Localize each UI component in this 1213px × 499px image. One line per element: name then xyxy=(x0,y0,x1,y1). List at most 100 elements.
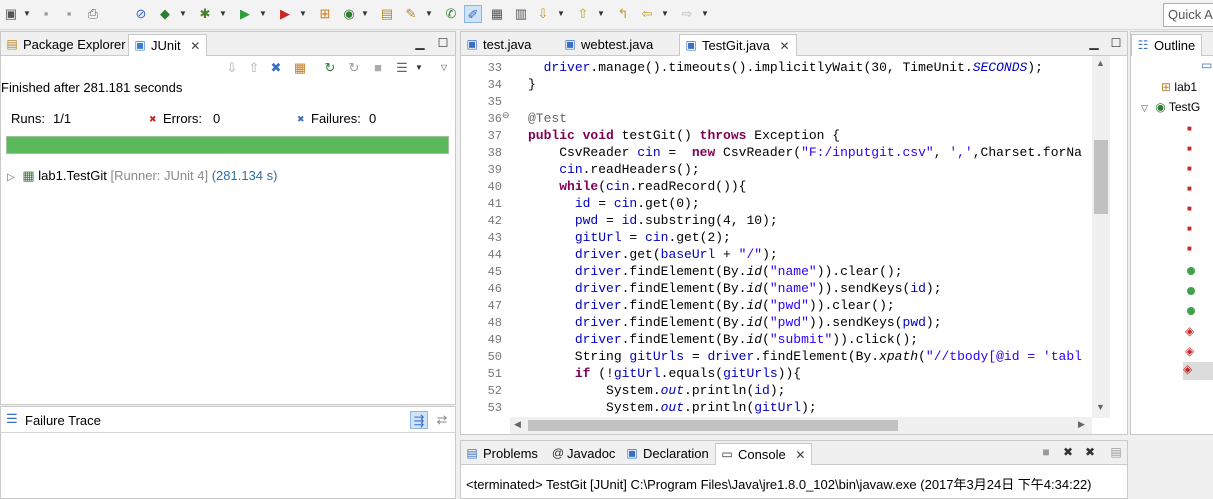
code-line: public void testGit() throws Exception { xyxy=(528,128,841,143)
outline-package[interactable]: ⊞ lab1 xyxy=(1161,80,1197,94)
close-icon[interactable]: ✕ xyxy=(190,39,200,53)
selected-method-icon[interactable]: ◈ xyxy=(1183,362,1213,380)
last-edit-icon[interactable]: ↰ xyxy=(614,5,632,23)
close-icon[interactable]: ✕ xyxy=(780,39,790,53)
run-dropdown-icon[interactable]: ▼ xyxy=(258,5,268,23)
block-select-icon[interactable]: ▥ xyxy=(512,5,530,23)
test-history-icon[interactable]: ☰ xyxy=(393,59,411,77)
show-failures-only-icon[interactable]: ✖ xyxy=(267,59,285,77)
scroll-lock-icon[interactable]: ▦ xyxy=(291,59,309,77)
private-method-icon: ◈ xyxy=(1185,324,1195,338)
code-line: driver.get(baseUrl + "/"); xyxy=(574,247,778,262)
outline-toolbar-icon[interactable]: ▭ xyxy=(1201,58,1212,72)
tab-outline[interactable]: ☷ Outline xyxy=(1131,34,1203,56)
outline-class[interactable]: ▽ ◉ TestG xyxy=(1141,100,1200,114)
maximize-icon[interactable]: ☐ xyxy=(1109,36,1123,50)
public-method-icon xyxy=(1187,304,1195,318)
tab-junit[interactable]: ▣ JUnit ✕ xyxy=(128,34,208,56)
debug-dropdown-icon[interactable]: ▼ xyxy=(218,5,228,23)
tab-problems[interactable]: ▤ Problems xyxy=(461,443,544,465)
open-type-icon[interactable]: ▤ xyxy=(378,5,396,23)
filter-stack-icon[interactable]: ⇶ xyxy=(410,411,428,429)
history-dropdown-icon[interactable]: ▼ xyxy=(414,59,424,77)
tab-testgit-java[interactable]: ▣ TestGit.java ✕ xyxy=(679,34,797,56)
minimize-icon[interactable]: ▁ xyxy=(1087,36,1101,50)
code-line: pwd = id.substring(4, 10); xyxy=(574,213,778,228)
annotation-icon[interactable]: ✆ xyxy=(442,5,460,23)
whitespace-icon[interactable]: ▦ xyxy=(488,5,506,23)
tab-package-explorer[interactable]: ▤ Package Explorer xyxy=(1,34,132,56)
editor-vertical-scrollbar[interactable]: ▲ ▼ xyxy=(1092,56,1110,418)
prev-annotation-icon[interactable]: ⇧ xyxy=(574,5,592,23)
run-external-icon[interactable]: ▶ xyxy=(276,5,294,23)
scroll-left-icon[interactable]: ◀ xyxy=(514,419,521,430)
new-dropdown-icon[interactable]: ▼ xyxy=(22,5,32,23)
close-icon[interactable]: ✕ xyxy=(795,448,805,462)
next-failure-icon[interactable]: ⇩ xyxy=(223,59,241,77)
tab-label: TestGit.java xyxy=(702,38,770,53)
previous-failure-icon[interactable]: ⇧ xyxy=(245,59,263,77)
search-dropdown-icon[interactable]: ▼ xyxy=(424,5,434,23)
skip-breakpoints-icon[interactable]: ⊘ xyxy=(132,5,150,23)
external-dropdown-icon[interactable]: ▼ xyxy=(298,5,308,23)
debug-icon[interactable]: ✱ xyxy=(196,5,214,23)
stack-trace-icon: ☰ xyxy=(6,411,18,426)
scroll-up-icon[interactable]: ▲ xyxy=(1096,58,1105,68)
quick-access-input[interactable]: Quick Ac xyxy=(1163,3,1213,27)
save-icon[interactable]: ▪ xyxy=(37,5,55,23)
rerun-test-icon[interactable]: ↻ xyxy=(321,59,339,77)
tab-label: JUnit xyxy=(151,38,181,53)
counters-bar: Runs: 1/1 ✖ Errors: 0 ✖ Failures: 0 xyxy=(1,101,457,141)
compare-result-icon[interactable]: ⇄ xyxy=(433,411,451,429)
tab-javadoc[interactable]: @ Javadoc xyxy=(547,443,621,465)
line-number: 37 xyxy=(487,129,502,143)
scroll-thumb[interactable] xyxy=(1094,140,1108,214)
line-number: 45 xyxy=(487,265,502,279)
tree-item-testgit[interactable]: ▷ ▦ lab1.TestGit [Runner: JUnit 4] (281.… xyxy=(7,168,277,186)
highlight-icon[interactable]: ✐ xyxy=(464,5,482,23)
minimize-icon[interactable]: ▁ xyxy=(413,36,427,50)
terminate-icon[interactable]: ■ xyxy=(1039,445,1053,459)
errors-label: Errors: xyxy=(163,111,202,126)
remove-launch-icon[interactable]: ✖ xyxy=(1061,445,1075,459)
prev-dropdown-icon[interactable]: ▼ xyxy=(596,5,606,23)
scroll-thumb[interactable] xyxy=(528,420,898,431)
run-icon[interactable]: ▶ xyxy=(236,5,254,23)
debug-on-server-icon[interactable]: ◆ xyxy=(156,5,174,23)
editor-tabbar: ▣ test.java ▣ webtest.java ▣ TestGit.jav… xyxy=(461,32,1127,56)
rerun-failed-icon[interactable]: ↻ xyxy=(345,59,363,77)
save-all-icon[interactable]: ▪ xyxy=(60,5,78,23)
java-file-icon: ▣ xyxy=(564,37,576,51)
class-dropdown-icon[interactable]: ▼ xyxy=(360,5,370,23)
line-number: 52 xyxy=(487,384,502,398)
tab-console[interactable]: ▭ Console ✕ xyxy=(715,443,813,465)
search-icon[interactable]: ✎ xyxy=(402,5,420,23)
back-dropdown-icon[interactable]: ▼ xyxy=(660,5,670,23)
print-icon[interactable]: ⎙ xyxy=(84,5,102,23)
view-menu-icon[interactable]: ▽ xyxy=(439,59,449,77)
fold-icon[interactable]: ⊖ xyxy=(502,110,510,121)
next-dropdown-icon[interactable]: ▼ xyxy=(556,5,566,23)
new-class-icon[interactable]: ◉ xyxy=(340,5,358,23)
expand-arrow-icon[interactable]: ▷ xyxy=(7,172,15,183)
scroll-right-icon[interactable]: ▶ xyxy=(1078,419,1085,430)
back-icon[interactable]: ⇦ xyxy=(638,5,656,23)
dropdown-icon[interactable]: ▼ xyxy=(178,5,188,23)
stop-icon[interactable]: ■ xyxy=(369,59,387,77)
tab-test-java[interactable]: ▣ test.java xyxy=(461,34,537,56)
tab-declaration[interactable]: ▣ Declaration xyxy=(621,443,715,465)
editor-horizontal-scrollbar[interactable]: ◀ ▶ xyxy=(510,417,1092,434)
clear-console-icon[interactable]: ▤ xyxy=(1109,445,1123,459)
scroll-down-icon[interactable]: ▼ xyxy=(1096,402,1105,412)
new-package-icon[interactable]: ⊞ xyxy=(316,5,334,23)
code-editor[interactable]: 33 34 35 36 ⊖ 37 38 39 40 41 42 43 44 45… xyxy=(462,56,1110,433)
next-annotation-icon[interactable]: ⇩ xyxy=(534,5,552,23)
maximize-icon[interactable]: ☐ xyxy=(436,36,450,50)
tab-webtest-java[interactable]: ▣ webtest.java xyxy=(559,34,659,56)
new-icon[interactable]: ▣ xyxy=(2,5,20,23)
remove-all-icon[interactable]: ✖ xyxy=(1083,445,1097,459)
expand-arrow-icon[interactable]: ▽ xyxy=(1141,103,1148,113)
code-line: cin.readHeaders(); xyxy=(559,162,700,177)
forward-icon[interactable]: ⇨ xyxy=(678,5,696,23)
forward-dropdown-icon[interactable]: ▼ xyxy=(700,5,710,23)
